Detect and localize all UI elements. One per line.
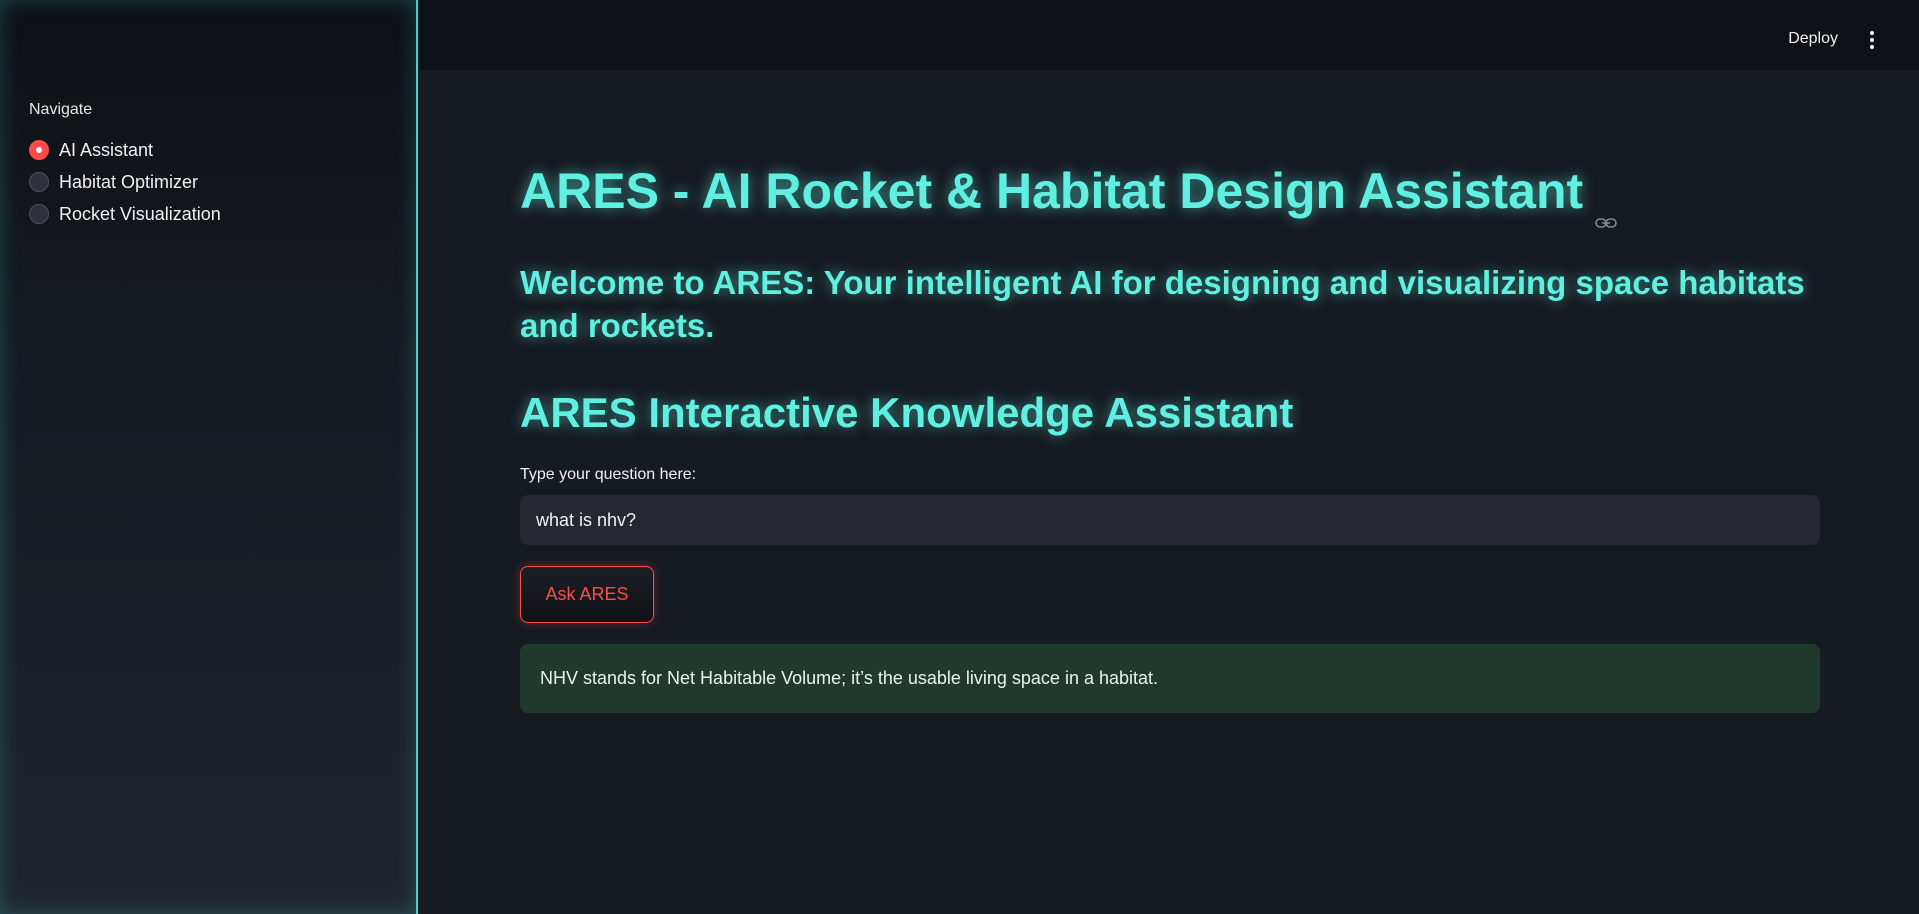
answer-text: NHV stands for Net Habitable Volume; it’… <box>540 668 1159 688</box>
link-icon[interactable] <box>1595 184 1617 228</box>
nav-label: Navigate <box>29 101 93 118</box>
nav-item-habitat-optimizer[interactable]: Habitat Optimizer <box>29 166 221 198</box>
sidebar: Navigate AI Assistant Habitat Optimizer … <box>0 0 418 914</box>
nav-item-ai-assistant[interactable]: AI Assistant <box>29 134 221 166</box>
radio-unselected-icon[interactable] <box>29 204 49 224</box>
nav-item-label: AI Assistant <box>59 139 154 160</box>
answer-success-box: NHV stands for Net Habitable Volume; it’… <box>520 644 1820 713</box>
page-title: ARES - AI Rocket & Habitat Design Assist… <box>520 162 1617 228</box>
nav-item-label: Rocket Visualization <box>59 203 221 224</box>
app-root: Navigate AI Assistant Habitat Optimizer … <box>0 0 1919 914</box>
question-input-label: Type your question here: <box>520 466 697 483</box>
main-content: ARES - AI Rocket & Habitat Design Assist… <box>420 70 1919 914</box>
deploy-button[interactable]: Deploy <box>1788 30 1838 48</box>
nav-item-label: Habitat Optimizer <box>59 171 199 192</box>
radio-selected-icon[interactable] <box>29 140 49 160</box>
page-title-text: ARES - AI Rocket & Habitat Design Assist… <box>520 163 1584 219</box>
question-input[interactable] <box>520 495 1820 545</box>
top-header: Deploy <box>420 0 1919 70</box>
welcome-heading: Welcome to ARES: Your intelligent AI for… <box>520 264 1805 344</box>
nav-item-rocket-visualization[interactable]: Rocket Visualization <box>29 198 221 230</box>
section-heading: ARES Interactive Knowledge Assistant <box>520 389 1294 436</box>
radio-unselected-icon[interactable] <box>29 172 49 192</box>
ask-ares-button[interactable]: Ask ARES <box>520 566 654 623</box>
nav-radio-group: AI Assistant Habitat Optimizer Rocket Vi… <box>29 134 221 230</box>
vertical-dots-icon[interactable] <box>1870 31 1874 49</box>
